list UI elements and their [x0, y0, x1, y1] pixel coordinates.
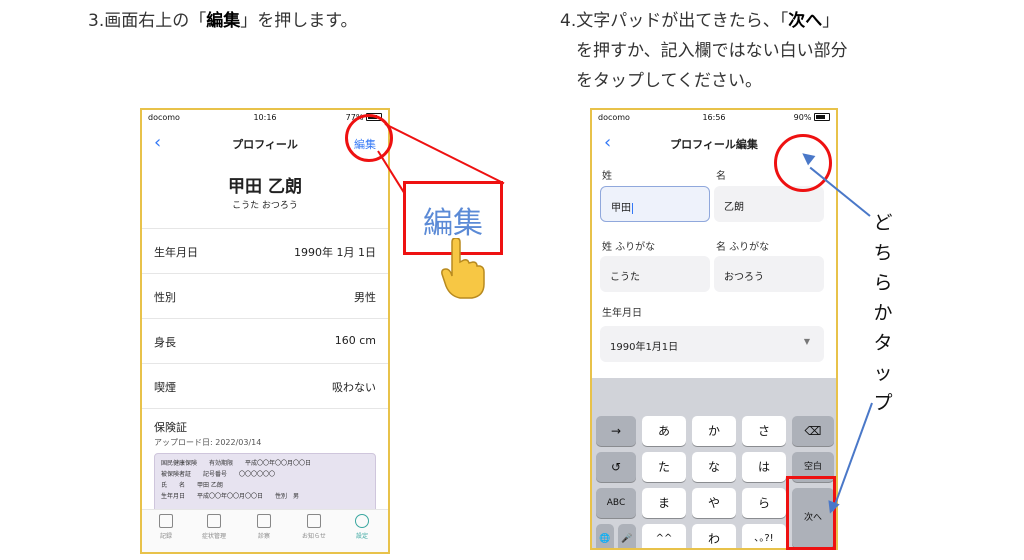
key-undo[interactable]: ↺	[596, 452, 636, 482]
label-mei: 名	[716, 171, 726, 182]
globe-key-icon[interactable]: 🌐	[596, 524, 614, 548]
callout-line-top	[384, 123, 505, 185]
key-punctuation[interactable]: ､｡?!	[742, 524, 786, 548]
key-backspace[interactable]: ⌫	[792, 416, 834, 446]
tab-settings[interactable]: 設定	[342, 514, 382, 540]
label-mei-kana: 名 ふりがな	[716, 242, 770, 253]
mei-kana-input[interactable]: おつろう	[714, 256, 824, 292]
step3-instruction: 3.画面右上の「編集」を押します。	[88, 11, 358, 31]
status-bar: docomo 16:56 90%	[592, 110, 836, 126]
key-ha[interactable]: は	[742, 452, 786, 482]
person-icon	[355, 514, 369, 528]
key-a[interactable]: あ	[642, 416, 686, 446]
key-wa[interactable]: わ	[692, 524, 736, 548]
label-sei-kana: 姓 ふりがな	[602, 242, 656, 253]
key-ma[interactable]: ま	[642, 488, 686, 518]
step4-instruction: 4.文字パッドが出てきたら、「次へ」 を押すか、記入欄ではない白い部分 をタップ…	[560, 11, 848, 91]
key-arrow-right[interactable]: →	[596, 416, 636, 446]
key-na[interactable]: な	[692, 452, 736, 482]
profile-screen: docomo 10:16 77% ‹ プロフィール 編集 甲田 乙朗 こうた お…	[140, 108, 390, 554]
key-sa[interactable]: さ	[742, 416, 786, 446]
notebook-icon	[207, 514, 221, 528]
profile-row-birthday[interactable]: 生年月日 1990年 1月 1日	[142, 228, 388, 274]
profile-row-gender[interactable]: 性別 男性	[142, 273, 388, 319]
key-ra[interactable]: ら	[742, 488, 786, 518]
battery-indicator: 90%	[794, 113, 830, 122]
edit-zoom-label: 編集	[423, 206, 483, 241]
profile-row-smoking[interactable]: 喫煙 吸わない	[142, 363, 388, 409]
bell-icon	[307, 514, 321, 528]
tab-exam[interactable]: 診察	[244, 514, 284, 540]
calendar-icon	[257, 514, 271, 528]
key-dakuten[interactable]: ^^	[642, 524, 686, 548]
key-abc[interactable]: ABC	[596, 488, 636, 518]
pencil-icon	[159, 514, 173, 528]
user-name: 甲田 乙朗	[228, 177, 302, 197]
dropdown-arrow-icon: ▼	[803, 337, 810, 346]
microphone-key-icon[interactable]: 🎤	[618, 524, 636, 548]
pointing-hand-icon	[441, 238, 485, 299]
tab-notices[interactable]: お知らせ	[294, 514, 334, 540]
insurance-title: 保険証	[154, 421, 187, 434]
profile-row-height[interactable]: 身長 160 cm	[142, 318, 388, 364]
label-sei: 姓	[602, 171, 612, 182]
tab-bar: 記録 症状管理 診察 お知らせ 設定	[142, 509, 388, 552]
upload-date: アップロード日: 2022/03/14	[154, 438, 262, 447]
label-birthday: 生年月日	[602, 308, 642, 319]
highlight-circle-edit	[345, 114, 393, 162]
tab-record[interactable]: 記録	[146, 514, 186, 540]
sei-input[interactable]: 甲田	[600, 186, 710, 222]
key-ya[interactable]: や	[692, 488, 736, 518]
insurance-card-image[interactable]: 国民健康保険 有効期限 平成〇〇年〇〇月〇〇日 被保険者証 記号番号 〇〇〇〇〇…	[154, 453, 376, 513]
user-kana: こうた おつろう	[232, 201, 298, 211]
sei-kana-input[interactable]: こうた	[600, 256, 710, 292]
key-ta[interactable]: た	[642, 452, 686, 482]
insurance-section: 保険証 アップロード日: 2022/03/14 国民健康保険 有効期限 平成〇〇…	[142, 408, 388, 513]
tab-symptoms[interactable]: 症状管理	[194, 514, 234, 540]
tap-either-label: ど ち ら か タ ッ プ	[873, 212, 893, 414]
highlight-circle-blank-area	[774, 134, 832, 192]
birthday-select[interactable]: 1990年1月1日 ▼	[600, 326, 824, 362]
key-ka[interactable]: か	[692, 416, 736, 446]
